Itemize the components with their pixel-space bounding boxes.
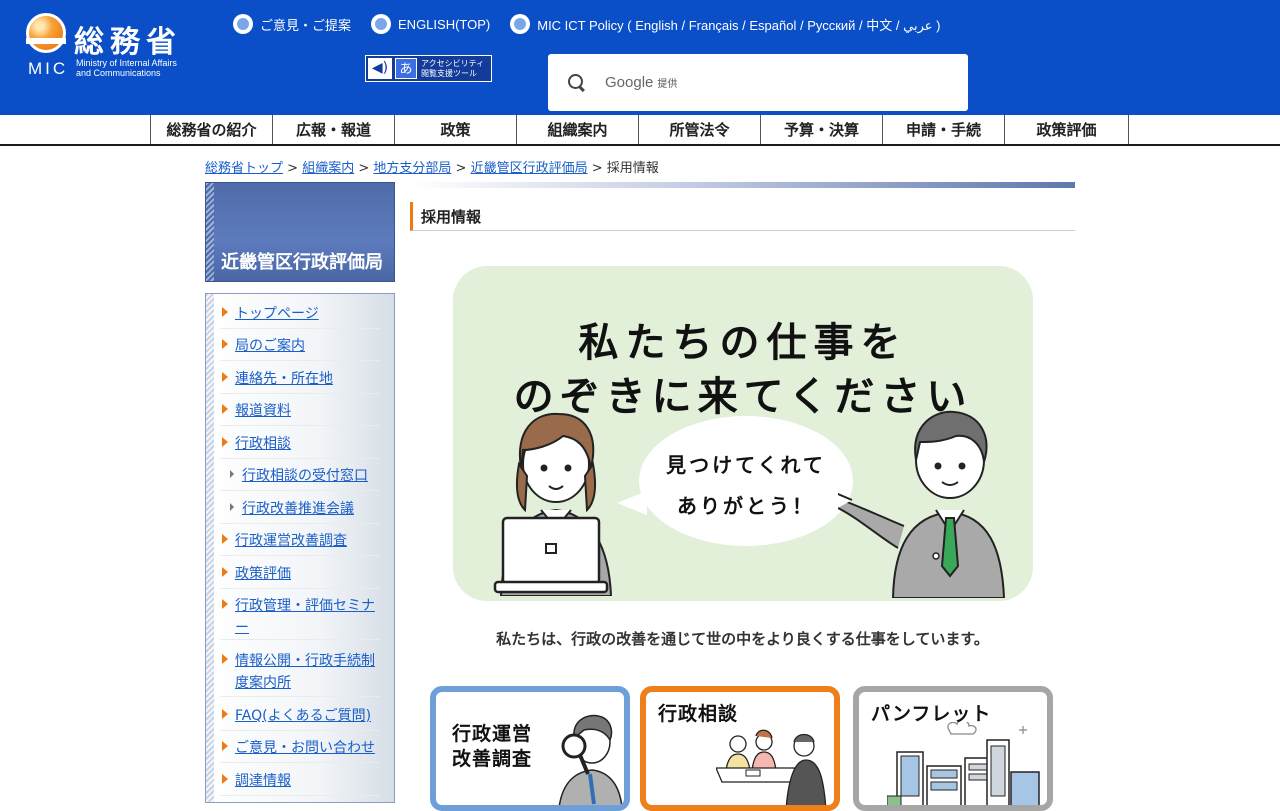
breadcrumb: 総務省トップ > 組織案内 > 地方支分部局 > 近畿管区行政評価局 > 採用情… bbox=[205, 157, 659, 176]
sidebar-item-label[interactable]: 政策評価 bbox=[220, 563, 380, 585]
breadcrumb-separator: > bbox=[587, 161, 607, 176]
breadcrumb-separator: > bbox=[451, 161, 471, 176]
sidebar-item-label[interactable]: 行政相談 bbox=[220, 433, 380, 455]
speech-bubble-line1: 見つけてくれて bbox=[666, 453, 826, 477]
link-english[interactable]: ENGLISH(TOP) bbox=[371, 14, 490, 34]
sidebar-item-improvement-council[interactable]: 行政改善推進会議 bbox=[220, 495, 380, 524]
sidebar-item-contact[interactable]: 連絡先・所在地 bbox=[220, 365, 380, 394]
sidebar-item-label[interactable]: FAQ(よくあるご質問) bbox=[220, 705, 380, 727]
speaker-icon: ◀) bbox=[368, 58, 392, 79]
breadcrumb-link[interactable]: 総務省トップ bbox=[205, 161, 283, 176]
logo-mic: MIC bbox=[28, 59, 69, 78]
sidebar-item-inquiry[interactable]: ご意見・お問い合わせ bbox=[220, 734, 380, 763]
accessibility-label: アクセシビリティ 閲覧支援ツール bbox=[421, 59, 484, 79]
sidebar-item-label[interactable]: 行政管理・評価セミナー bbox=[220, 595, 380, 639]
card-title-line2: 改善調査 bbox=[452, 748, 533, 770]
sidebar-item-consultation[interactable]: 行政相談 bbox=[220, 430, 380, 459]
breadcrumb-link[interactable]: 地方支分部局 bbox=[373, 161, 451, 176]
breadcrumb-link[interactable]: 組織案内 bbox=[302, 161, 354, 176]
woman-illustration bbox=[493, 412, 613, 596]
sidebar-item-label[interactable]: 行政相談の受付窓口 bbox=[220, 465, 380, 487]
sidebar-title: 近畿管区行政評価局 bbox=[205, 182, 395, 282]
sidebar-menu: トップページ 局のご案内 連絡先・所在地 報道資料 行政相談 行政相談の受付窓口… bbox=[205, 293, 395, 803]
logo-subtitle: Ministry of Internal Affairs and Communi… bbox=[76, 58, 177, 78]
content-top-bar bbox=[410, 182, 1075, 188]
sidebar-item-policy-evaluation[interactable]: 政策評価 bbox=[220, 560, 380, 589]
sidebar-item-operation-survey[interactable]: 行政運営改善調査 bbox=[220, 527, 380, 556]
accessibility-label-line2: 閲覧支援ツール bbox=[421, 68, 477, 78]
accessibility-label-line1: アクセシビリティ bbox=[421, 58, 485, 68]
recruit-banner[interactable]: 私たちの仕事を のぞきに来てください 見つけてくれて ありがとう！ bbox=[453, 266, 1033, 601]
nav-pr[interactable]: 広報・報道 bbox=[273, 115, 395, 144]
sidebar-item-label[interactable]: 報道資料 bbox=[220, 400, 380, 422]
bullet-icon bbox=[233, 14, 253, 34]
buildings-illustration bbox=[887, 722, 1040, 805]
nav-evaluation[interactable]: 政策評価 bbox=[1005, 115, 1129, 144]
page-title-text: 採用情報 bbox=[421, 208, 482, 226]
search-icon[interactable] bbox=[567, 73, 587, 93]
nav-applications[interactable]: 申請・手続 bbox=[883, 115, 1005, 144]
investigator-illustration bbox=[558, 714, 623, 805]
link-ict-policy-label: MIC ICT Policy ( English / Français / Es… bbox=[537, 17, 941, 33]
sidebar-item-top[interactable]: トップページ bbox=[220, 300, 380, 329]
global-nav: 総務省の紹介 広報・報道 政策 組織案内 所管法令 予算・決算 申請・手続 政策… bbox=[0, 115, 1280, 146]
search-provider-suffix: 提供 bbox=[657, 79, 678, 90]
breadcrumb-link[interactable]: 近畿管区行政評価局 bbox=[471, 161, 588, 176]
sidebar-item-label[interactable]: トップページ bbox=[220, 303, 380, 325]
card-operation-survey[interactable]: 行政運営 改善調査 bbox=[430, 686, 630, 811]
sidebar-item-label[interactable]: 局のご案内 bbox=[220, 335, 380, 357]
sidebar-item-label[interactable]: 情報公開・行政手続制度案内所 bbox=[220, 650, 380, 694]
sidebar-item-label[interactable]: ご意見・お問い合わせ bbox=[220, 737, 380, 759]
header-links: ご意見・ご提案 ENGLISH(TOP) MIC ICT Policy ( En… bbox=[233, 14, 960, 34]
logo-subtitle-line2: and Communications bbox=[76, 68, 161, 78]
nav-policy[interactable]: 政策 bbox=[395, 115, 517, 144]
link-opinion-label: ご意見・ご提案 bbox=[260, 17, 352, 33]
sidebar-item-about[interactable]: 局のご案内 bbox=[220, 332, 380, 361]
search-input[interactable]: Google 提供 bbox=[548, 54, 968, 111]
sidebar-item-label[interactable]: 連絡先・所在地 bbox=[220, 368, 380, 390]
card-title-line1: 行政運営 bbox=[452, 723, 533, 745]
nav-organization[interactable]: 組織案内 bbox=[517, 115, 639, 144]
card-pamphlet[interactable]: パンフレット bbox=[853, 686, 1053, 811]
link-ict-policy[interactable]: MIC ICT Policy ( English / Français / Es… bbox=[510, 14, 940, 34]
recruit-caption: 私たちは、行政の改善を通じて世の中をより良くする仕事をしています。 bbox=[496, 630, 989, 648]
logo-kanji: 総務省 bbox=[74, 25, 182, 60]
consultation-illustration bbox=[716, 729, 827, 805]
link-opinion[interactable]: ご意見・ご提案 bbox=[233, 14, 351, 34]
card-title: 行政運営 改善調査 bbox=[452, 722, 532, 772]
sidebar-item-procurement[interactable]: 調達情報 bbox=[220, 767, 380, 796]
speech-bubble bbox=[639, 416, 853, 546]
logo-subtitle-line1: Ministry of Internal Affairs bbox=[76, 58, 177, 68]
sidebar-item-label[interactable]: 行政改善推進会議 bbox=[220, 498, 380, 520]
nav-about[interactable]: 総務省の紹介 bbox=[151, 115, 273, 144]
man-illustration bbox=[838, 410, 1006, 598]
link-english-label: ENGLISH(TOP) bbox=[398, 16, 491, 32]
sidebar-title-text: 近畿管区行政評価局 bbox=[221, 252, 383, 273]
accessibility-tool-button[interactable]: ◀) あ アクセシビリティ 閲覧支援ツール bbox=[365, 55, 492, 82]
sidebar-item-faq[interactable]: FAQ(よくあるご質問) bbox=[220, 702, 380, 731]
site-header: 総務省 MIC Ministry of Internal Affairs and… bbox=[0, 0, 1280, 115]
sidebar-item-disclosure[interactable]: 情報公開・行政手続制度案内所 bbox=[220, 647, 380, 697]
sidebar-item-consultation-window[interactable]: 行政相談の受付窓口 bbox=[220, 462, 380, 491]
sidebar-item-label[interactable]: 行政運営改善調査 bbox=[220, 530, 380, 552]
logo-globe-icon bbox=[26, 13, 66, 53]
bullet-icon bbox=[510, 14, 531, 34]
card-consultation[interactable]: 行政相談 bbox=[640, 686, 840, 811]
mic-logo[interactable]: 総務省 MIC Ministry of Internal Affairs and… bbox=[26, 13, 216, 83]
hiragana-a-icon: あ bbox=[395, 58, 417, 79]
sidebar-item-seminar[interactable]: 行政管理・評価セミナー bbox=[220, 592, 380, 640]
speech-bubble-line2: ありがとう！ bbox=[677, 494, 815, 518]
breadcrumb-current: 採用情報 bbox=[606, 161, 659, 176]
search-provider: Google bbox=[605, 74, 654, 91]
sidebar-item-press[interactable]: 報道資料 bbox=[220, 397, 380, 426]
nav-laws[interactable]: 所管法令 bbox=[639, 115, 761, 144]
banner-headline-1: 私たちの仕事を bbox=[578, 320, 908, 366]
breadcrumb-separator: > bbox=[354, 161, 374, 176]
breadcrumb-separator: > bbox=[283, 161, 303, 176]
bullet-icon bbox=[371, 14, 392, 34]
sidebar-item-label[interactable]: 調達情報 bbox=[220, 770, 380, 792]
page-title: 採用情報 bbox=[410, 202, 1075, 231]
nav-budget[interactable]: 予算・決算 bbox=[761, 115, 883, 144]
